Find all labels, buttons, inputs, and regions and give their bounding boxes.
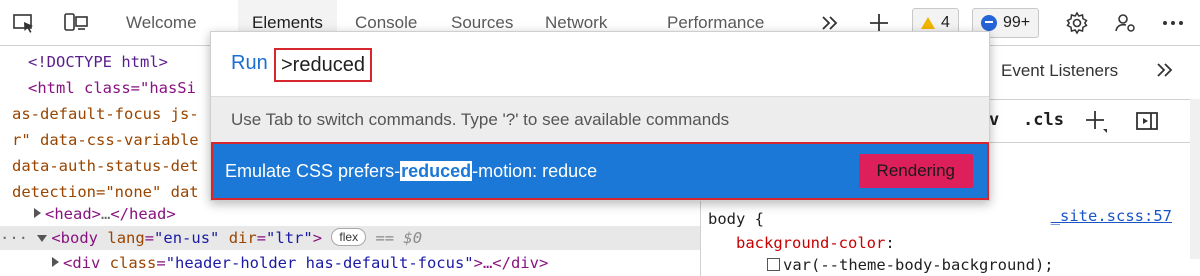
attr-value: "en-us" xyxy=(154,229,220,247)
command-menu: Run >reduced Use Tab to switch commands.… xyxy=(210,31,990,201)
result-prefix: Emulate CSS prefers- xyxy=(225,161,401,181)
dom-head-node[interactable]: <head>…</head> xyxy=(34,202,176,226)
command-result-item[interactable]: Emulate CSS prefers-reduced-motion: redu… xyxy=(211,142,989,200)
result-category-badge: Rendering xyxy=(858,154,973,188)
message-icon xyxy=(981,15,997,31)
result-match: reduced xyxy=(400,161,473,181)
attr-value: "ltr" xyxy=(266,229,313,247)
inspect-icon[interactable] xyxy=(8,8,40,38)
warnings-count: 4 xyxy=(941,14,950,31)
settings-icon[interactable] xyxy=(1061,8,1093,38)
command-input[interactable]: >reduced xyxy=(274,48,372,82)
messages-count: 99+ xyxy=(1003,14,1031,31)
rule-selector[interactable]: body { xyxy=(708,207,764,231)
attr-name: dir xyxy=(228,229,257,247)
dom-dots[interactable]: ··· xyxy=(0,229,28,247)
collapse-triangle-icon[interactable] xyxy=(37,235,48,242)
run-label: Run xyxy=(231,52,268,74)
attr-name: class xyxy=(109,254,157,272)
div-rest: >…</div> xyxy=(473,254,549,272)
expand-triangle-icon[interactable] xyxy=(34,208,41,218)
result-label: Emulate CSS prefers-reduced-motion: redu… xyxy=(225,161,597,182)
dom-html-attrs-line: detection="none" dat xyxy=(12,183,199,201)
source-link[interactable]: _site.scss:57 xyxy=(1051,207,1172,225)
command-hint-row: Use Tab to switch commands. Type '?' to … xyxy=(211,96,989,142)
new-rule-plus-icon[interactable] xyxy=(1081,106,1113,136)
result-suffix: -motion: reduce xyxy=(472,161,598,181)
div-tag: <div xyxy=(63,254,101,272)
dom-doctype[interactable]: <!DOCTYPE html> xyxy=(28,50,168,74)
double-chevron-right-icon[interactable] xyxy=(1149,55,1181,85)
more-icon[interactable] xyxy=(1157,8,1189,38)
tab-event-listeners[interactable]: Event Listeners xyxy=(1001,61,1118,81)
dom-html-attrs-line: r" data-css-variable xyxy=(12,131,199,149)
color-swatch-icon[interactable] xyxy=(767,258,780,271)
toggle-sidebar-icon[interactable] xyxy=(1131,106,1163,136)
command-input-row: Run >reduced xyxy=(211,32,989,96)
cls-button[interactable]: .cls xyxy=(1023,110,1064,130)
expand-triangle-icon[interactable] xyxy=(52,257,59,267)
head-ellipsis: … xyxy=(101,205,111,223)
attr-name: lang xyxy=(107,229,145,247)
property-name[interactable]: background-color xyxy=(736,234,885,252)
rule-property-line[interactable]: background-color: xyxy=(736,231,895,255)
head-close-tag: </head> xyxy=(110,205,176,223)
warning-icon xyxy=(921,17,935,29)
body-tag: <body xyxy=(51,229,99,247)
toggle-state-button[interactable]: v xyxy=(989,110,999,130)
dom-html-open[interactable]: <html class="hasSi xyxy=(28,76,196,100)
body-close-bracket: > xyxy=(312,229,323,247)
dom-div-node[interactable]: <div class="header-holder has-default-fo… xyxy=(52,251,548,275)
head-tag: <head> xyxy=(45,205,101,223)
tab-welcome[interactable]: Welcome xyxy=(126,0,197,46)
property-value[interactable]: var(--theme-body-background); xyxy=(783,256,1054,274)
attr-value: "header-holder has-default-focus" xyxy=(165,254,474,272)
dom-html-attrs-line: as-default-focus js- xyxy=(12,105,199,123)
rule-value-line[interactable]: var(--theme-body-background); xyxy=(767,253,1054,276)
device-emulation-icon[interactable] xyxy=(60,8,92,38)
command-hint: Use Tab to switch commands. Type '?' to … xyxy=(231,110,730,129)
styles-scrollbar[interactable] xyxy=(1190,99,1200,259)
customize-icon[interactable] xyxy=(1110,8,1142,38)
dom-html-attrs-line: data-auth-status-det xyxy=(12,157,199,175)
dom-body-node[interactable]: ··· <body lang="en-us" dir="ltr"> flex =… xyxy=(0,226,700,250)
selected-node-ref: == $0 xyxy=(375,229,423,247)
flex-badge[interactable]: flex xyxy=(331,228,367,246)
